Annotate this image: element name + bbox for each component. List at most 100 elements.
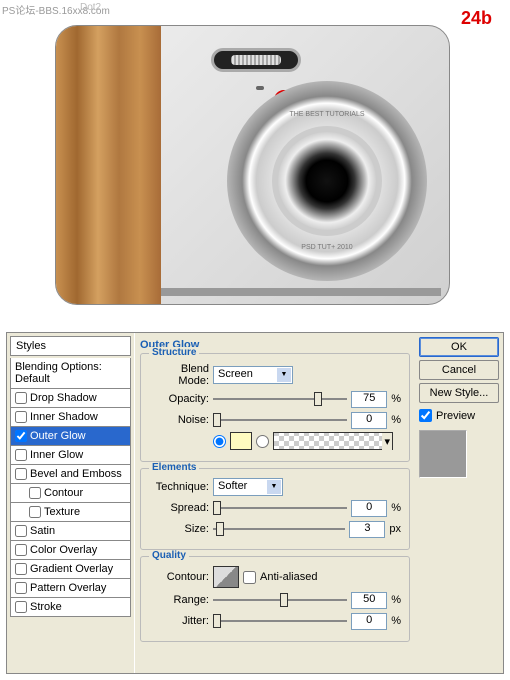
effect-label: Texture: [44, 506, 80, 518]
opacity-slider[interactable]: [213, 390, 347, 408]
size-unit: px: [389, 523, 401, 535]
effect-row-contour[interactable]: Contour: [10, 484, 131, 503]
preview-checkbox[interactable]: [419, 409, 432, 422]
effect-checkbox[interactable]: [15, 430, 27, 442]
noise-label: Noise:: [149, 414, 209, 426]
antialiased-label: Anti-aliased: [260, 571, 317, 583]
step-label: 24b: [461, 8, 492, 29]
effect-label: Drop Shadow: [30, 392, 97, 404]
structure-group: Structure Blend Mode: Screen Opacity: 75…: [140, 353, 410, 462]
contour-picker[interactable]: [213, 566, 239, 588]
jitter-label: Jitter:: [149, 615, 209, 627]
effect-label: Contour: [44, 487, 83, 499]
effect-row-satin[interactable]: Satin: [10, 522, 131, 541]
range-unit: %: [391, 594, 401, 606]
size-input[interactable]: 3: [349, 521, 385, 538]
effect-label: Bevel and Emboss: [30, 468, 122, 480]
effect-label: Satin: [30, 525, 55, 537]
spread-slider[interactable]: [213, 499, 347, 517]
effect-row-inner-shadow[interactable]: Inner Shadow: [10, 408, 131, 427]
effect-label: Stroke: [30, 601, 62, 613]
jitter-input[interactable]: 0: [351, 613, 387, 630]
effect-checkbox[interactable]: [15, 563, 27, 575]
effect-label: Color Overlay: [30, 544, 97, 556]
effect-row-outer-glow[interactable]: Outer Glow: [10, 427, 131, 446]
cancel-button[interactable]: Cancel: [419, 360, 499, 380]
effect-row-gradient-overlay[interactable]: Gradient Overlay: [10, 560, 131, 579]
lens-assembly: THE BEST TUTORIALS PSD TUT+ 2010: [227, 81, 427, 281]
microphone-holes: [256, 86, 264, 90]
technique-label: Technique:: [149, 481, 209, 493]
new-style-button[interactable]: New Style...: [419, 383, 499, 403]
elements-label: Elements: [149, 462, 199, 473]
preview-swatch: [419, 430, 467, 478]
range-input[interactable]: 50: [351, 592, 387, 609]
effect-label: Pattern Overlay: [30, 582, 106, 594]
elements-group: Elements Technique: Softer Spread: 0 % S…: [140, 468, 410, 550]
effect-checkbox[interactable]: [15, 392, 27, 404]
opacity-input[interactable]: 75: [351, 391, 387, 408]
doc-title: Dot2: [80, 2, 101, 13]
lens-text-bottom: PSD TUT+ 2010: [301, 244, 352, 251]
noise-slider[interactable]: [213, 411, 347, 429]
effect-checkbox[interactable]: [15, 449, 27, 461]
dialog-buttons: OK Cancel New Style... Preview: [415, 333, 503, 673]
effect-checkbox[interactable]: [15, 601, 27, 613]
quality-label: Quality: [149, 550, 189, 561]
effect-label: Inner Glow: [30, 449, 83, 461]
jitter-unit: %: [391, 615, 401, 627]
noise-input[interactable]: 0: [351, 412, 387, 429]
structure-label: Structure: [149, 347, 199, 358]
effect-checkbox[interactable]: [15, 468, 27, 480]
camera-illustration: ∴ THE BEST TUTORIALS PSD TUT+ 2010: [55, 25, 450, 305]
effect-row-pattern-overlay[interactable]: Pattern Overlay: [10, 579, 131, 598]
contour-label: Contour:: [149, 571, 209, 583]
effect-checkbox[interactable]: [29, 506, 41, 518]
effect-row-bevel-and-emboss[interactable]: Bevel and Emboss: [10, 465, 131, 484]
effect-row-inner-glow[interactable]: Inner Glow: [10, 446, 131, 465]
ok-button[interactable]: OK: [419, 337, 499, 357]
range-label: Range:: [149, 594, 209, 606]
effect-checkbox[interactable]: [29, 487, 41, 499]
styles-column: Styles Blending Options: Default Drop Sh…: [7, 333, 135, 673]
effect-row-texture[interactable]: Texture: [10, 503, 131, 522]
effect-label: Inner Shadow: [30, 411, 98, 423]
opacity-unit: %: [391, 393, 401, 405]
jitter-slider[interactable]: [213, 612, 347, 630]
blend-mode-label: Blend Mode:: [149, 363, 209, 387]
lens-glass: [272, 126, 382, 236]
blending-options-row[interactable]: Blending Options: Default: [10, 358, 131, 389]
technique-select[interactable]: Softer: [213, 478, 283, 496]
effect-row-color-overlay[interactable]: Color Overlay: [10, 541, 131, 560]
size-slider[interactable]: [213, 520, 345, 538]
effect-checkbox[interactable]: [15, 411, 27, 423]
bottom-trim: [161, 288, 441, 296]
wood-grip: [56, 26, 161, 304]
lens-text-top: THE BEST TUTORIALS: [289, 111, 364, 118]
size-label: Size:: [149, 523, 209, 535]
effect-checkbox[interactable]: [15, 582, 27, 594]
range-slider[interactable]: [213, 591, 347, 609]
blend-mode-select[interactable]: Screen: [213, 366, 293, 384]
flash-unit: [211, 48, 301, 72]
antialiased-checkbox[interactable]: [243, 571, 256, 584]
opacity-label: Opacity:: [149, 393, 209, 405]
effect-label: Outer Glow: [30, 430, 86, 442]
effect-label: Gradient Overlay: [30, 563, 113, 575]
quality-group: Quality Contour: Anti-aliased Range: 50 …: [140, 556, 410, 642]
effect-row-stroke[interactable]: Stroke: [10, 598, 131, 617]
glow-color-radio[interactable]: [213, 435, 226, 448]
glow-gradient-radio[interactable]: [256, 435, 269, 448]
styles-header[interactable]: Styles: [10, 336, 131, 356]
spread-label: Spread:: [149, 502, 209, 514]
glow-gradient-picker[interactable]: [273, 432, 393, 450]
spread-unit: %: [391, 502, 401, 514]
noise-unit: %: [391, 414, 401, 426]
preview-label: Preview: [436, 410, 475, 422]
effect-checkbox[interactable]: [15, 544, 27, 556]
layer-style-dialog: Styles Blending Options: Default Drop Sh…: [6, 332, 504, 674]
effect-row-drop-shadow[interactable]: Drop Shadow: [10, 389, 131, 408]
spread-input[interactable]: 0: [351, 500, 387, 517]
glow-color-swatch[interactable]: [230, 432, 252, 450]
effect-checkbox[interactable]: [15, 525, 27, 537]
